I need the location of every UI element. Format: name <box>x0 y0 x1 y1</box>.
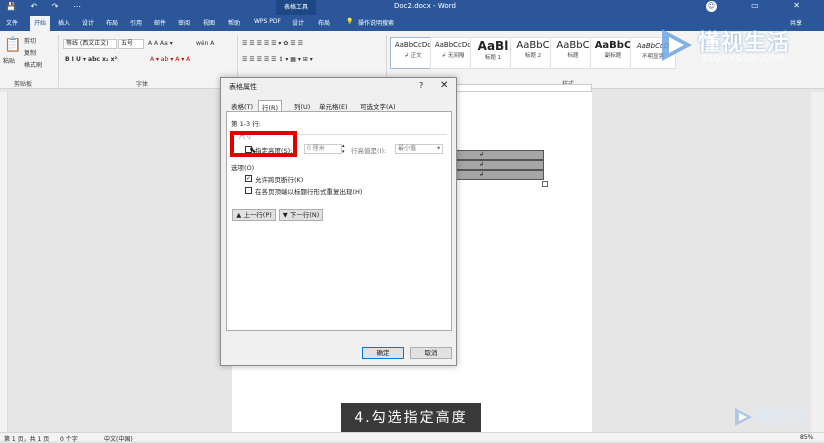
tab-mailings[interactable]: 邮件 <box>154 18 166 27</box>
table-row[interactable]: ↲ <box>452 170 544 180</box>
cut-button[interactable]: 剪切 <box>24 36 36 45</box>
next-row-button[interactable]: ▼ 下一行(N) <box>279 209 323 221</box>
font-size-select[interactable]: 五号 <box>118 39 144 49</box>
chevron-down-icon: ▾ <box>437 144 441 152</box>
page-count[interactable]: 第 1 页，共 1 页 <box>4 434 49 443</box>
tutorial-caption: 4.勾选指定高度 <box>341 403 481 433</box>
copy-button[interactable]: 复制 <box>24 48 36 57</box>
tell-me-search[interactable]: 操作说明搜索 <box>358 18 394 27</box>
dialog-title: 表格属性 <box>229 83 257 91</box>
vertical-scrollbar[interactable] <box>811 92 824 432</box>
brand-logo: 懂视生活 51DONGSHI.COM <box>658 25 824 75</box>
mouse-pointer-icon: ⬉ <box>249 146 257 156</box>
tab-column[interactable]: 列(U) <box>291 100 313 111</box>
allow-row-break-label: 允许跨页断行(K) <box>255 176 304 184</box>
height-rule-select[interactable]: 最小值 <box>395 144 443 154</box>
paragraph-row-2[interactable]: ☰ ☰ ☰ ☰ ☰ ↕ ▾ ▦ ▾ ⊞ ▾ <box>242 56 313 63</box>
table-cell-mark: ↲ <box>479 151 485 158</box>
table-row[interactable]: ↲ <box>452 160 544 170</box>
format-painter-button[interactable]: 格式刷 <box>24 60 42 69</box>
repeat-header-label: 在各页顶端以标题行形式重复出现(H) <box>255 188 363 196</box>
watermark-logo: 懂视生活 51DONGSHI.COM <box>732 404 824 432</box>
play-logo-icon <box>662 29 692 61</box>
table-cell-mark: ↲ <box>479 171 485 178</box>
previous-row-button[interactable]: ▲ 上一行(P) <box>232 209 276 221</box>
highlight-box <box>230 131 297 157</box>
title-bar: 💾 ↶ ↷ ⋯ 表格工具 Doc2.docx - Word ☺ — ▭ ✕ <box>0 0 824 15</box>
repeat-header-checkbox[interactable] <box>245 187 252 194</box>
tab-help[interactable]: 帮助 <box>228 18 240 27</box>
close-button[interactable]: ✕ <box>440 80 448 91</box>
height-rule-label: 行高值是(I): <box>351 147 387 155</box>
tab-file[interactable]: 文件 <box>6 18 18 27</box>
font-group-label: 字体 <box>136 81 149 88</box>
logo-text-cn: 懂视生活 <box>698 31 791 56</box>
tab-table[interactable]: 表格(T) <box>228 100 256 111</box>
tab-insert[interactable]: 插入 <box>58 18 70 27</box>
tab-row[interactable]: 行(R) <box>258 100 283 112</box>
options-section-label: 选项(O) <box>231 164 255 172</box>
zoom-level[interactable]: 85% <box>800 434 813 441</box>
ok-button[interactable]: 确定 <box>362 347 404 359</box>
watermark-text-en: 51DONGSHI.COM <box>758 422 802 428</box>
phonetic-guide-button[interactable]: wén A <box>196 40 214 47</box>
divider <box>58 35 59 87</box>
tab-wps-pdf[interactable]: WPS PDF <box>254 18 281 25</box>
watermark-text-cn: 懂视生活 <box>756 408 805 422</box>
window-controls[interactable]: — ▭ ✕ <box>709 1 816 10</box>
tab-references[interactable]: 引用 <box>130 18 142 27</box>
quick-access-toolbar[interactable]: 💾 ↶ ↷ ⋯ <box>6 2 87 11</box>
rows-label: 第 1-3 行: <box>231 120 261 128</box>
clipboard-group-label: 剪贴板 <box>14 81 33 88</box>
vertical-ruler <box>0 92 8 432</box>
tab-view[interactable]: 视图 <box>203 18 215 27</box>
table-row[interactable]: ↲ <box>452 150 544 160</box>
document-title: Doc2.docx - Word <box>394 2 456 10</box>
tab-cell[interactable]: 单元格(E) <box>316 100 351 111</box>
table-cell-mark: ↲ <box>479 161 485 168</box>
font-format-buttons[interactable]: B I U ▾ abc x₂ x² <box>65 56 117 63</box>
table-resize-handle[interactable] <box>542 181 548 187</box>
cancel-button[interactable]: 取消 <box>410 347 452 359</box>
allow-row-break-checkbox[interactable]: ✓ <box>245 175 252 182</box>
play-logo-icon <box>735 408 752 426</box>
font-name-select[interactable]: 等线 (西文正文) <box>63 39 117 49</box>
paste-button[interactable]: 粘贴 <box>3 56 15 65</box>
spinner-icon[interactable]: ▴ ▾ <box>342 143 345 155</box>
tab-table-layout[interactable]: 布局 <box>318 18 330 27</box>
word-count[interactable]: 0 个字 <box>60 434 78 443</box>
lightbulb-icon: 💡 <box>346 18 354 25</box>
tab-layout[interactable]: 布局 <box>106 18 118 27</box>
row-height-input[interactable]: 0 厘米 <box>304 144 342 154</box>
paste-icon[interactable]: 📋 <box>4 37 21 53</box>
language[interactable]: 中文(中国) <box>104 434 133 443</box>
tab-alt-text[interactable]: 可选文字(A) <box>357 100 399 111</box>
help-button[interactable]: ? <box>419 81 423 90</box>
font-grow-shrink-buttons[interactable]: A A Aa ▾ <box>148 40 173 47</box>
font-effects-buttons[interactable]: A ▾ ab ▾ A ▾ A <box>150 56 190 63</box>
logo-text-en: 51DONGSHI.COM <box>702 54 785 63</box>
table-tools-context-label: 表格工具 <box>276 0 316 15</box>
tab-home[interactable]: 开始 <box>30 16 51 31</box>
tab-review[interactable]: 审阅 <box>178 18 190 27</box>
paragraph-row-1[interactable]: ☰ ☰ ☰ ☰ ☰ ▾ ✿ ☰ ☰ <box>242 40 303 47</box>
status-bar: 第 1 页，共 1 页 0 个字 中文(中国) 85% <box>0 432 824 443</box>
tab-table-design[interactable]: 设计 <box>292 18 304 27</box>
tab-design[interactable]: 设计 <box>82 18 94 27</box>
table-properties-dialog: 表格属性 ? ✕ 表格(T) 行(R) 列(U) 单元格(E) 可选文字(A) … <box>220 77 457 366</box>
